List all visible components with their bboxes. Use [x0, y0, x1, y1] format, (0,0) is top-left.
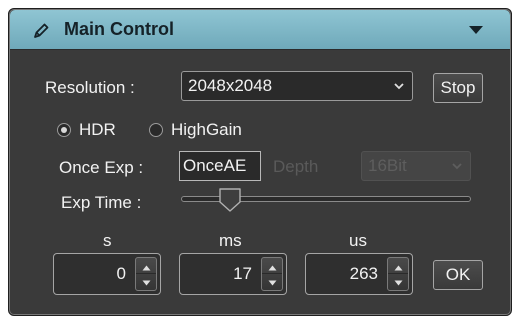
arrow-up-icon	[268, 265, 277, 271]
milliseconds-increment-button[interactable]	[262, 258, 282, 274]
depth-value: 16Bit	[368, 156, 407, 175]
microseconds-spin-arrows	[387, 257, 409, 291]
microseconds-decrement-button[interactable]	[388, 274, 408, 290]
highgain-radio-label: HighGain	[171, 120, 242, 139]
chevron-down-icon	[452, 163, 462, 170]
triangle-down-icon[interactable]	[468, 25, 484, 35]
chevron-down-icon	[394, 83, 404, 90]
seconds-increment-button[interactable]	[136, 258, 156, 274]
panel-title: Main Control	[64, 19, 174, 39]
milliseconds-decrement-button[interactable]	[262, 274, 282, 290]
s-label: s	[103, 231, 112, 250]
resolution-value: 2048x2048	[188, 76, 273, 95]
milliseconds-spin-arrows	[261, 257, 283, 291]
arrow-down-icon	[394, 280, 403, 286]
once-ae-field[interactable]: OnceAE	[179, 151, 261, 181]
ms-label: ms	[219, 231, 242, 250]
microseconds-spinbox[interactable]: 263	[305, 253, 413, 295]
seconds-spin-arrows	[135, 257, 157, 291]
arrow-down-icon	[268, 280, 277, 286]
arrow-up-icon	[394, 265, 403, 271]
resolution-select[interactable]: 2048x2048	[181, 71, 413, 101]
microseconds-increment-button[interactable]	[388, 258, 408, 274]
exp-time-label: Exp Time :	[61, 193, 142, 212]
resolution-label: Resolution :	[45, 78, 135, 97]
once-exp-label: Once Exp :	[59, 158, 144, 177]
arrow-up-icon	[142, 265, 151, 271]
seconds-decrement-button[interactable]	[136, 274, 156, 290]
arrow-down-icon	[142, 280, 151, 286]
depth-select: 16Bit	[361, 151, 471, 181]
milliseconds-spinbox[interactable]: 17	[179, 253, 287, 295]
us-label: us	[349, 231, 367, 250]
hdr-radio-label: HDR	[79, 120, 116, 139]
stop-button[interactable]: Stop	[433, 73, 483, 103]
microseconds-value[interactable]: 263	[306, 254, 384, 294]
pencil-icon	[34, 23, 49, 38]
highgain-radio[interactable]	[149, 123, 163, 137]
seconds-spinbox[interactable]: 0	[53, 253, 161, 295]
depth-label: Depth	[273, 157, 319, 176]
main-control-panel: Main Control Resolution : 2048x2048 Stop…	[8, 8, 512, 316]
hdr-radio[interactable]	[57, 123, 71, 137]
ok-button[interactable]: OK	[433, 260, 483, 290]
slider-thumb[interactable]	[218, 188, 241, 212]
panel-titlebar[interactable]: Main Control	[10, 10, 510, 50]
milliseconds-value[interactable]: 17	[180, 254, 258, 294]
seconds-value[interactable]: 0	[54, 254, 132, 294]
